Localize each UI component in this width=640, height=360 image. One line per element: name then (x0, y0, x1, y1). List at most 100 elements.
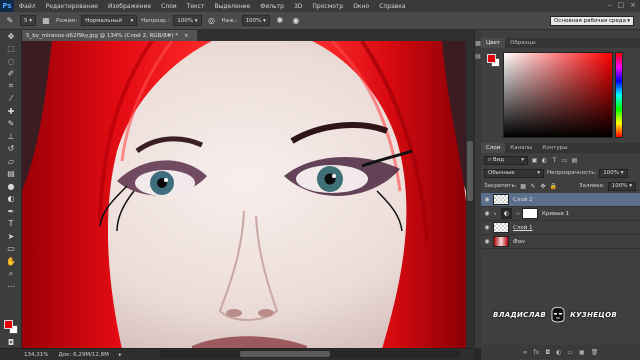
marquee-tool-icon[interactable]: ⬚ (0, 43, 22, 56)
menu-image[interactable]: Изображение (103, 3, 156, 10)
fill-field[interactable]: 100% ▾ (607, 181, 636, 191)
lasso-tool-icon[interactable]: ◌ (0, 55, 22, 68)
layer-name[interactable]: Фон (513, 239, 525, 245)
menu-help[interactable]: Справка (374, 3, 410, 10)
tab-swatches[interactable]: Образцы (505, 38, 541, 48)
zoom-tool-icon[interactable]: ⌕ (0, 268, 22, 281)
minimize-button[interactable]: – (608, 1, 612, 9)
document-canvas[interactable] (22, 41, 466, 349)
lock-pixels-icon[interactable]: ✎ (530, 183, 537, 190)
pressure-size-icon[interactable]: ◉ (290, 15, 302, 27)
lock-all-icon[interactable]: 🔒 (550, 183, 557, 190)
visibility-eye-icon[interactable]: ◉ (481, 224, 493, 231)
menu-file[interactable]: Файл (14, 3, 41, 10)
new-group-icon[interactable]: ▭ (567, 349, 573, 356)
tab-channels[interactable]: Каналы (505, 143, 537, 153)
filter-smart-icon[interactable]: ▤ (571, 157, 578, 164)
close-document-icon[interactable]: × (184, 33, 189, 39)
clone-stamp-tool-icon[interactable]: ⊥ (0, 130, 22, 143)
quick-mask-icon[interactable]: ◘ (0, 336, 22, 349)
clip-indicator-icon: ↳ (493, 210, 498, 217)
brush-tool-icon[interactable]: ✎ (4, 15, 16, 27)
eraser-tool-icon[interactable]: ▱ (0, 155, 22, 168)
opacity-field[interactable]: 100% ▾ (173, 15, 202, 26)
visibility-eye-icon[interactable]: ◉ (481, 210, 493, 217)
history-brush-tool-icon[interactable]: ↺ (0, 143, 22, 156)
document-size: Док: 6,29M/12,8M (58, 351, 109, 358)
menu-filter[interactable]: Фильтр (255, 3, 289, 10)
watermark-first-name: ВЛАДИСЛАВ (493, 311, 547, 319)
quick-select-tool-icon[interactable]: ✐ (0, 68, 22, 81)
eyedropper-tool-icon[interactable]: ⁄ (0, 93, 22, 106)
gradient-tool-icon[interactable]: ▤ (0, 168, 22, 181)
layer-row[interactable]: ◉ ↳ ◐ ∞ Кривые 1 (481, 207, 640, 221)
foreground-color-swatch[interactable] (4, 320, 13, 329)
new-layer-icon[interactable]: ▣ (579, 349, 585, 356)
crop-tool-icon[interactable]: ⌗ (0, 80, 22, 93)
menu-select[interactable]: Выделение (209, 3, 255, 10)
close-window-button[interactable]: × (630, 1, 636, 9)
lock-position-icon[interactable]: ✥ (540, 183, 547, 190)
type-tool-icon[interactable]: T (0, 218, 22, 231)
healing-tool-icon[interactable]: ✚ (0, 105, 22, 118)
mode-select[interactable]: Нормальный ▾ (81, 15, 138, 26)
workspace-select[interactable]: Основная рабочая среда ▾ (550, 15, 634, 26)
menu-edit[interactable]: Редактирование (41, 3, 103, 10)
color-panel-foreground[interactable] (487, 54, 496, 63)
brush-panel-icon[interactable]: ▦ (40, 15, 52, 27)
layer-row[interactable]: ◉ Слой 2 (481, 193, 640, 207)
pen-tool-icon[interactable]: ✒ (0, 205, 22, 218)
brush-tool-icon[interactable]: ✎ (0, 118, 22, 131)
layer-row[interactable]: ◉ Слой 1 (481, 221, 640, 235)
layer-filter-select[interactable]: ⌕ Вид ▾ (484, 155, 528, 165)
filter-pixel-icon[interactable]: ▣ (531, 157, 538, 164)
filter-adjustment-icon[interactable]: ◐ (541, 157, 548, 164)
menu-layers[interactable]: Слои (156, 3, 182, 10)
menu-view[interactable]: Просмотр (307, 3, 348, 10)
menu-window[interactable]: Окно (348, 3, 374, 10)
link-layers-icon[interactable]: ∞ (523, 349, 528, 356)
layer-style-icon[interactable]: fx (534, 349, 540, 356)
tab-layers[interactable]: Слои (481, 143, 506, 153)
status-arrow-icon[interactable]: ▸ (119, 352, 122, 358)
visibility-eye-icon[interactable]: ◉ (481, 196, 493, 203)
more-tools-icon[interactable]: ⋯ (0, 280, 22, 293)
zoom-level[interactable]: 134,31% (24, 352, 48, 358)
layer-name[interactable]: Слой 1 (513, 225, 533, 231)
toolbox: ✥ ⬚ ◌ ✐ ⌗ ⁄ ✚ ✎ ⊥ ↺ ▱ ▤ ● ◐ ✒ T ➤ ▭ ✋ ⌕ … (0, 30, 22, 348)
tab-color[interactable]: Цвет (481, 38, 506, 48)
path-select-tool-icon[interactable]: ➤ (0, 230, 22, 243)
tab-paths[interactable]: Контуры (537, 143, 572, 153)
flow-field[interactable]: 100% ▾ (241, 15, 270, 26)
add-mask-icon[interactable]: ◘ (545, 349, 550, 356)
blend-mode-select[interactable]: Обычные ▾ (484, 168, 544, 178)
visibility-eye-icon[interactable]: ◉ (481, 238, 493, 245)
move-tool-icon[interactable]: ✥ (0, 30, 22, 43)
pressure-opacity-icon[interactable]: ◎ (206, 15, 218, 27)
horizontal-scrollbar[interactable] (160, 350, 460, 358)
layer-row[interactable]: ◉ Фон (481, 235, 640, 249)
color-spectrum[interactable] (503, 52, 613, 138)
filter-shape-icon[interactable]: ▭ (561, 157, 568, 164)
shape-tool-icon[interactable]: ▭ (0, 243, 22, 256)
document-tab[interactable]: 5_by_miranox-d62f9ky.jpg @ 134% (Слой 2,… (22, 30, 197, 41)
menu-3d[interactable]: 3D (289, 3, 307, 10)
new-adjustment-icon[interactable]: ◐ (556, 349, 561, 356)
filter-type-icon[interactable]: T (551, 157, 558, 164)
brush-size-field[interactable]: 5 ▾ (20, 15, 37, 26)
options-bar: ✎ 5 ▾ ▦ Режим: Нормальный ▾ Непрозр.: 100… (0, 12, 640, 30)
lock-transparency-icon[interactable]: ▦ (520, 183, 527, 190)
maximize-button[interactable]: □ (618, 1, 625, 9)
layer-name[interactable]: Кривые 1 (542, 211, 569, 217)
hand-tool-icon[interactable]: ✋ (0, 255, 22, 268)
vertical-scrollbar[interactable] (466, 41, 474, 349)
layer-name[interactable]: Слой 2 (513, 197, 533, 203)
airbrush-icon[interactable]: ✱ (274, 15, 286, 27)
menu-text[interactable]: Текст (182, 3, 210, 10)
dodge-tool-icon[interactable]: ◐ (0, 193, 22, 206)
layers-panel-tabs: Слои Каналы Контуры (481, 143, 640, 153)
hue-slider[interactable] (615, 52, 623, 138)
layer-opacity-field[interactable]: 100% ▾ (599, 168, 628, 178)
blur-tool-icon[interactable]: ● (0, 180, 22, 193)
delete-layer-icon[interactable]: 🗑 (591, 349, 599, 356)
